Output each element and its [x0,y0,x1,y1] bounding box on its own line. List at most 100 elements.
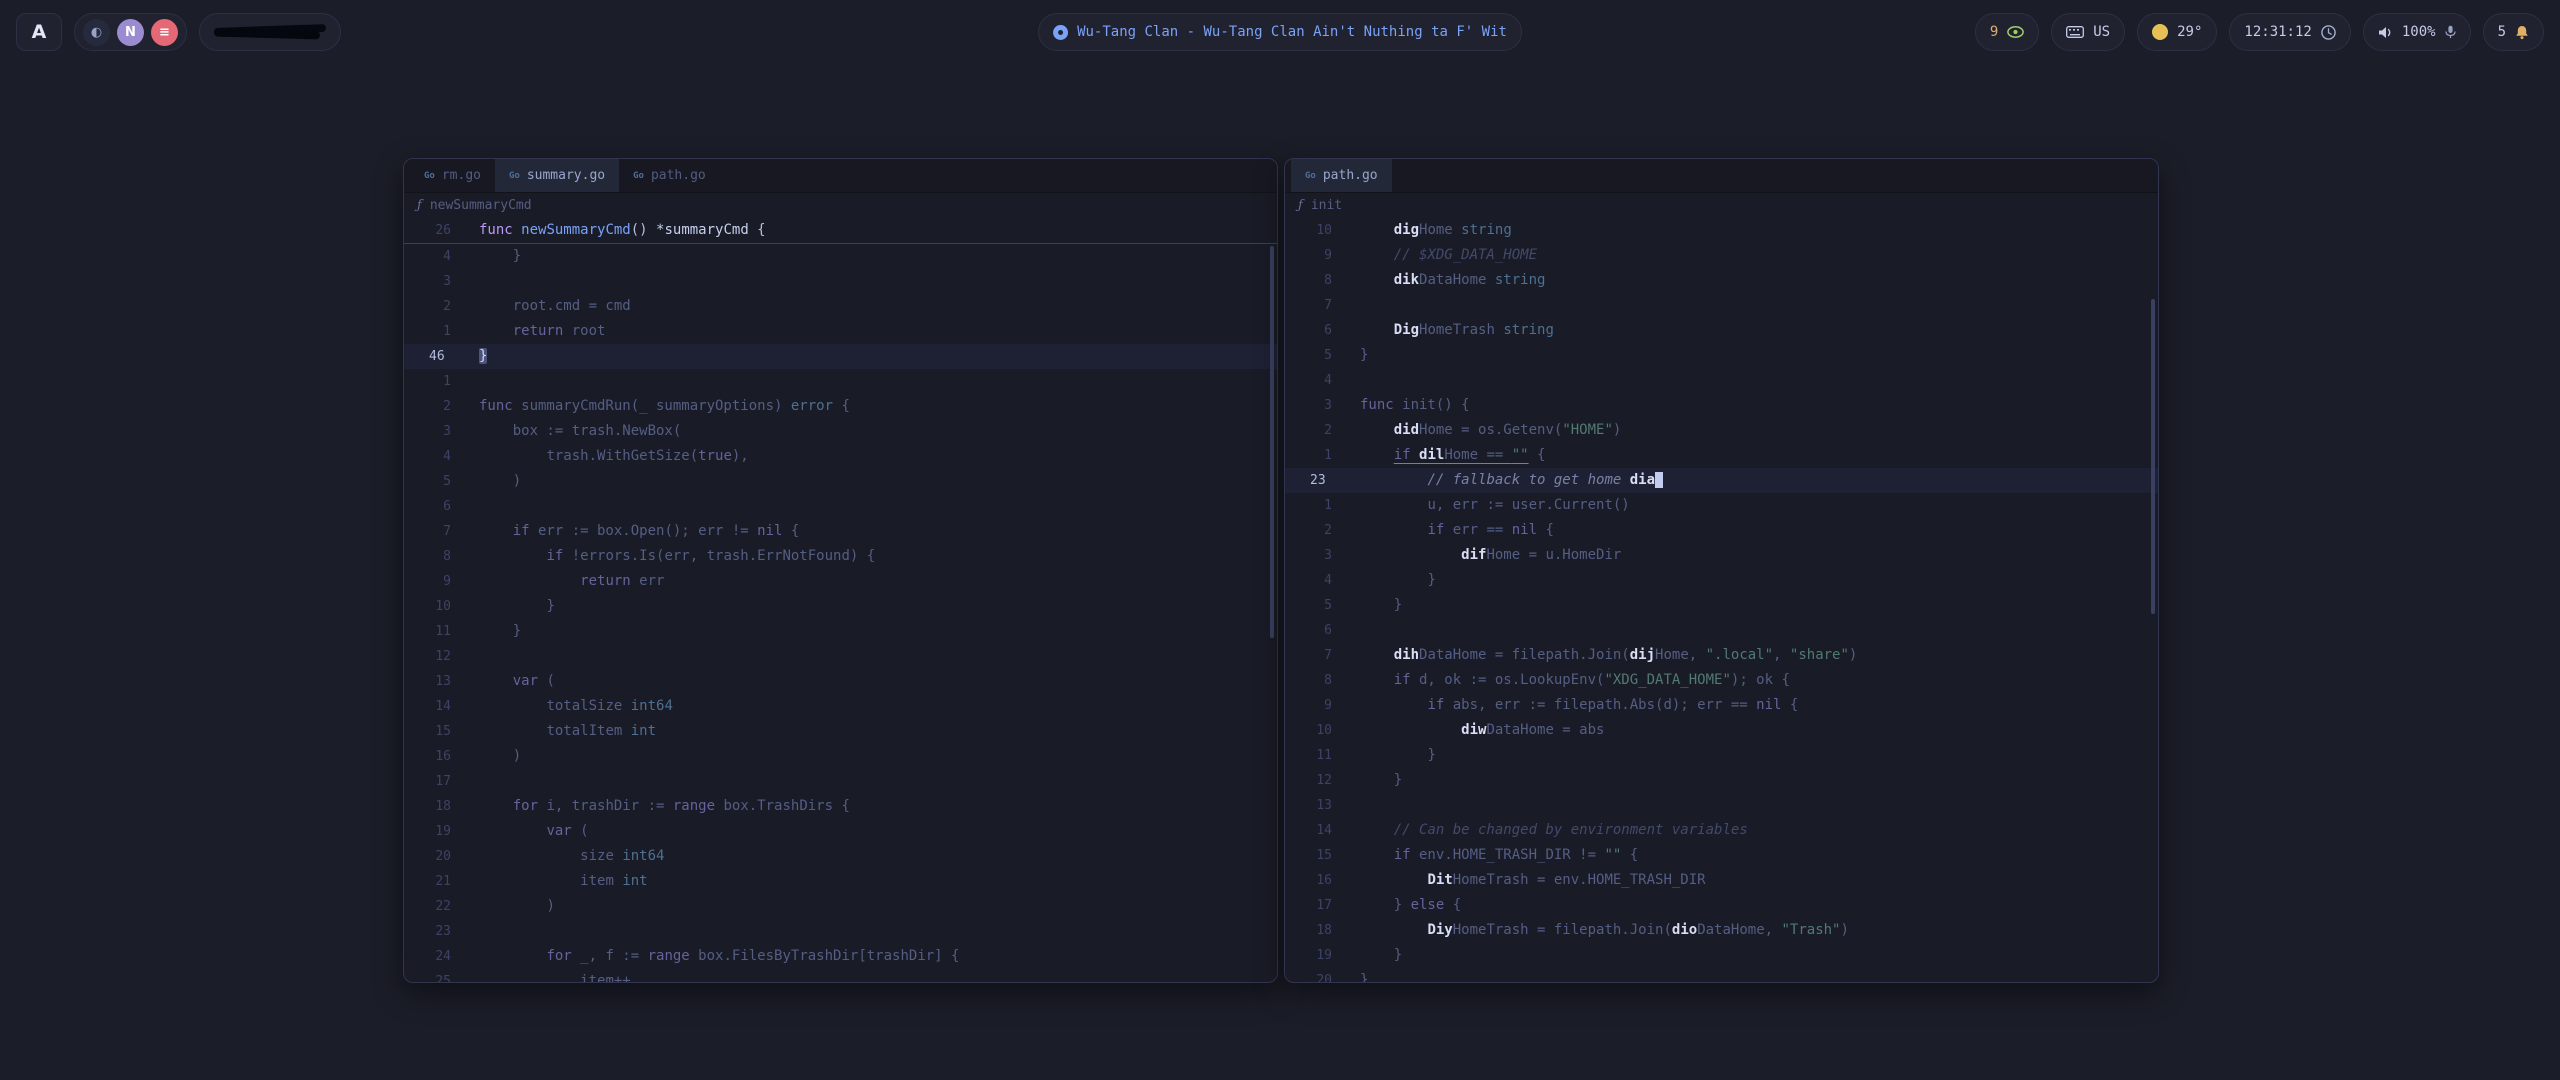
speaker-icon [2378,26,2393,39]
code-line[interactable]: 1 u, err := user.Current() [1285,493,2158,518]
code-line[interactable]: 21 item int [404,869,1277,894]
code-line[interactable]: 1 [404,369,1277,394]
redacted-window-title[interactable] [199,13,341,51]
code-line[interactable]: 3 [404,269,1277,294]
line-text: func newSummaryCmd() *summaryCmd { [451,218,766,243]
code-line[interactable]: 3 difHome = u.HomeDir [1285,543,2158,568]
code-line[interactable]: 15 totalItem int [404,719,1277,744]
editor-tab-summary.go[interactable]: Gosummary.go [495,159,619,192]
code-line[interactable]: 11 } [404,619,1277,644]
code-line[interactable]: 6 DigHomeTrash string [1285,318,2158,343]
tab-label: path.go [1323,168,1378,183]
line-text: ) [451,894,555,919]
code-line[interactable]: 1 return root [404,319,1277,344]
code-line[interactable]: 14 totalSize int64 [404,694,1277,719]
line-number: 13 [1285,793,1332,818]
code-line[interactable]: 3 box := trash.NewBox( [404,419,1277,444]
code-line[interactable]: 9 if abs, err := filepath.Abs(d); err ==… [1285,693,2158,718]
line-text: } [451,619,521,644]
media-player-widget[interactable]: Wu-Tang Clan - Wu-Tang Clan Ain't Nuthin… [1038,13,1522,51]
line-number: 5 [404,469,451,494]
code-line[interactable]: 17 } else { [1285,893,2158,918]
code-line[interactable]: 8 if !errors.Is(err, trash.ErrNotFound) … [404,544,1277,569]
code-line[interactable]: 4 } [404,244,1277,269]
editor-tab-path.go[interactable]: Gopath.go [619,159,720,192]
code-line[interactable]: 19 var ( [404,819,1277,844]
code-line[interactable]: 7 dihDataHome = filepath.Join(dijHome, "… [1285,643,2158,668]
tab-label: path.go [651,168,706,183]
line-text: ) [451,744,521,769]
code-line[interactable]: 2 didHome = os.Getenv("HOME") [1285,418,2158,443]
code-line[interactable]: 14 // Can be changed by environment vari… [1285,818,2158,843]
line-number: 18 [404,794,451,819]
code-line[interactable]: 25 item++ [404,969,1277,982]
code-line[interactable]: 10 } [404,594,1277,619]
code-line[interactable]: 22 ) [404,894,1277,919]
code-line[interactable]: 12 [404,644,1277,669]
clock-widget[interactable]: 12:31:12 [2229,13,2350,51]
app-circle-n[interactable]: N [117,19,144,46]
volume-widget[interactable]: 100% [2363,13,2471,51]
code-line[interactable]: 7 if err := box.Open(); err != nil { [404,519,1277,544]
code-line[interactable]: 2 root.cmd = cmd [404,294,1277,319]
code-line[interactable]: 6 [404,494,1277,519]
line-number: 14 [1285,818,1332,843]
line-text: func summaryCmdRun(_ summaryOptions) err… [451,394,850,419]
code-line[interactable]: 9 // $XDG_DATA_HOME [1285,243,2158,268]
editor-tab-rm.go[interactable]: Gorm.go [410,159,495,192]
code-line[interactable]: 8 dikDataHome string [1285,268,2158,293]
left-scrollbar[interactable] [1270,246,1274,638]
code-line[interactable]: 5} [1285,343,2158,368]
code-line[interactable]: 11 } [1285,743,2158,768]
code-line[interactable]: 16 DitHomeTrash = env.HOME_TRASH_DIR [1285,868,2158,893]
code-line[interactable]: 13 [1285,793,2158,818]
keyboard-layout-value: US [2093,24,2110,40]
code-line[interactable]: 2 if err == nil { [1285,518,2158,543]
code-line[interactable]: 4 trash.WithGetSize(true), [404,444,1277,469]
line-text: diwDataHome = abs [1332,718,1604,743]
code-line[interactable]: 5 ) [404,469,1277,494]
line-text: } else { [1332,893,1461,918]
code-line[interactable]: 46} [404,344,1277,369]
code-line[interactable]: 4 } [1285,568,2158,593]
code-line[interactable]: 23 [404,919,1277,944]
app-launcher-button[interactable]: A [16,13,62,51]
code-line[interactable]: 2func summaryCmdRun(_ summaryOptions) er… [404,394,1277,419]
code-line[interactable]: 5 } [1285,593,2158,618]
code-line[interactable]: 13 var ( [404,669,1277,694]
code-line[interactable]: 6 [1285,618,2158,643]
idle-watcher-widget[interactable]: 9 [1975,13,2039,51]
line-text: if dilHome == "" { [1332,443,1545,468]
app-circle-notes[interactable]: ≡ [151,19,178,46]
code-line[interactable]: 10 digHome string [1285,218,2158,243]
app-circle-dark[interactable]: ◐ [83,19,110,46]
code-line[interactable]: 19 } [1285,943,2158,968]
code-line[interactable]: 1 if dilHome == "" { [1285,443,2158,468]
code-line[interactable]: 3func init() { [1285,393,2158,418]
context-line[interactable]: 26func newSummaryCmd() *summaryCmd { [404,218,1277,244]
code-line[interactable]: 4 [1285,368,2158,393]
code-line[interactable]: 23 // fallback to get home dia [1285,468,2158,493]
code-line[interactable]: 20} [1285,968,2158,982]
notifications-widget[interactable]: 5 [2483,13,2544,51]
line-number: 2 [404,294,451,319]
line-number: 1 [1285,443,1332,468]
code-line[interactable]: 16 ) [404,744,1277,769]
code-line[interactable]: 17 [404,769,1277,794]
code-line[interactable]: 18 for i, trashDir := range box.TrashDir… [404,794,1277,819]
code-line[interactable]: 8 if d, ok := os.LookupEnv("XDG_DATA_HOM… [1285,668,2158,693]
code-line[interactable]: 24 for _, f := range box.FilesByTrashDir… [404,944,1277,969]
editor-tab-path.go[interactable]: Gopath.go [1291,159,1392,192]
code-line[interactable]: 10 diwDataHome = abs [1285,718,2158,743]
code-line[interactable]: 15 if env.HOME_TRASH_DIR != "" { [1285,843,2158,868]
code-line[interactable]: 9 return err [404,569,1277,594]
keyboard-layout-widget[interactable]: US [2051,13,2125,51]
weather-widget[interactable]: 29° [2137,13,2217,51]
code-line[interactable]: 7 [1285,293,2158,318]
code-line[interactable]: 20 size int64 [404,844,1277,869]
right-scrollbar[interactable] [2151,299,2155,614]
line-number: 26 [404,218,451,243]
code-line[interactable]: 18 DiyHomeTrash = filepath.Join(dioDataH… [1285,918,2158,943]
code-line[interactable]: 12 } [1285,768,2158,793]
line-number: 19 [1285,943,1332,968]
